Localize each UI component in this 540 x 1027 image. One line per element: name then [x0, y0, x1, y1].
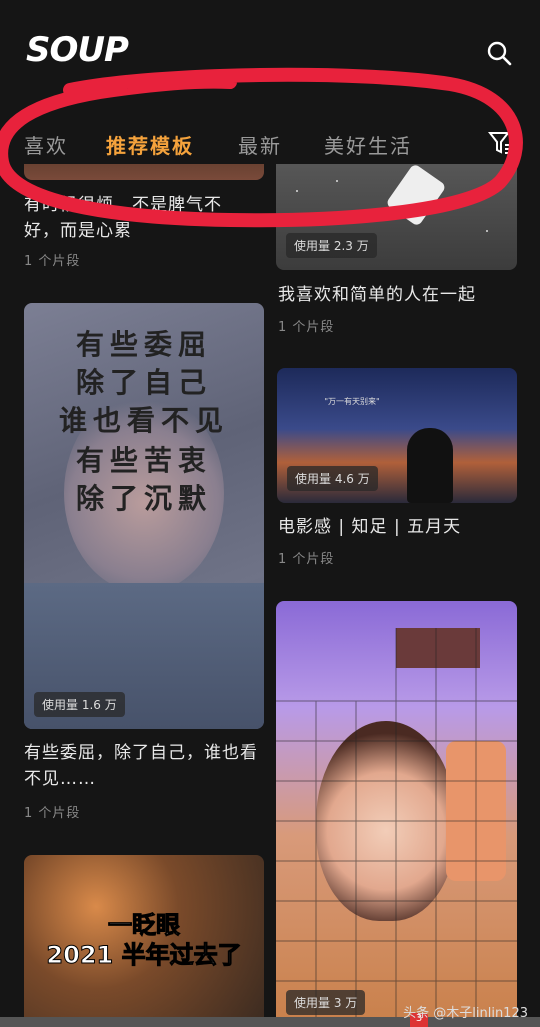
- template-card[interactable]: 有些委屈 除了自己 谁也看不见 有些苦衷 除了沉默 使用量 1.6 万: [24, 303, 264, 729]
- watermark: 头条 @木子linlin123: [403, 1006, 528, 1021]
- template-card[interactable]: 使用量 3 万: [276, 601, 517, 1027]
- card-title: 有些委屈，除了自己，谁也看不见……: [24, 743, 258, 789]
- card-clip-count: 1 个片段: [24, 254, 81, 269]
- overlay-line: 除了沉默: [75, 482, 212, 515]
- overlay-line: 谁也看不见: [58, 404, 229, 437]
- usage-badge: 使用量 3 万: [286, 990, 366, 1015]
- silhouette-image: [407, 428, 453, 503]
- usage-badge: 使用量 1.6 万: [34, 692, 125, 717]
- grid-overlay: [276, 628, 517, 1027]
- usage-badge: 使用量 4.6 万: [287, 466, 378, 491]
- red-annotation-loop: [0, 67, 523, 228]
- template-card[interactable]: "万一有天别来" 使用量 4.6 万: [277, 368, 517, 503]
- overlay-line: 2021 半年过去了: [46, 941, 242, 970]
- card-title: 我喜欢和简单的人在一起: [278, 285, 476, 305]
- image-caption: "万一有天别来": [324, 397, 380, 406]
- overlay-line: 有些委屈: [75, 328, 212, 361]
- usage-badge: 使用量 2.3 万: [286, 233, 377, 258]
- card-clip-count: 1 个片段: [24, 806, 81, 821]
- overlay-line: 有些苦衷: [75, 444, 212, 477]
- card-clip-count: 1 个片段: [278, 552, 335, 567]
- template-card[interactable]: 一眨眼 2021 半年过去了: [24, 855, 264, 1027]
- overlay-line: 除了自己: [75, 366, 212, 399]
- card-clip-count: 1 个片段: [278, 320, 335, 335]
- card-title: 电影感 | 知足 | 五月天: [278, 517, 462, 537]
